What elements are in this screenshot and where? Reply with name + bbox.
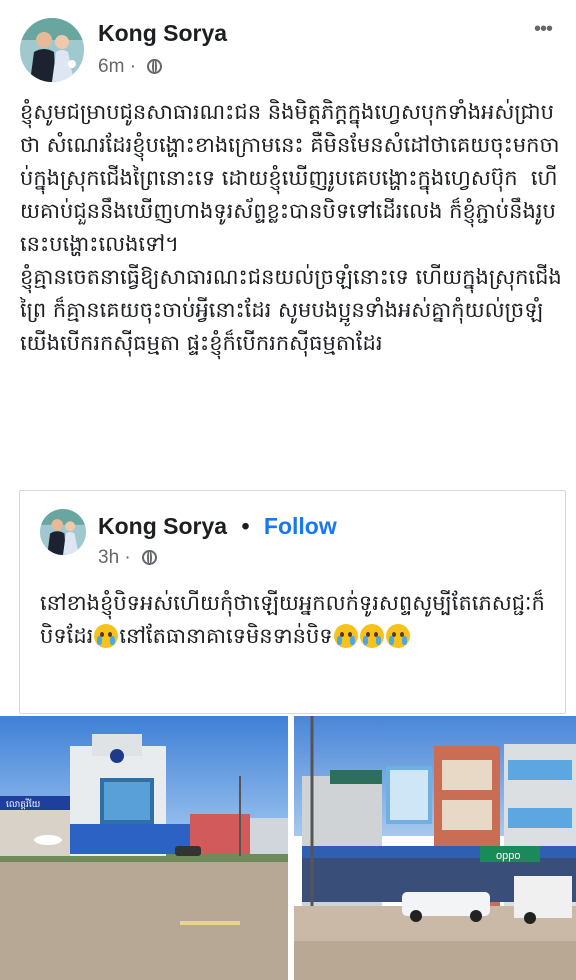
shared-header: Kong Sorya • Follow: [98, 513, 337, 539]
post-text: ខ្ញុំសូមជម្រាបជូនសាធារណះជន និងមិត្តភិក្ត…: [20, 100, 562, 355]
shared-author-avatar[interactable]: [40, 509, 86, 555]
crying-emoji-icon: [359, 624, 384, 648]
avatar-photo: [40, 509, 86, 555]
street-photo: លោត្តរីយែ: [0, 716, 288, 980]
crying-emoji-icon: [333, 624, 358, 648]
globe-icon: [147, 59, 163, 75]
shared-time[interactable]: 3h: [98, 547, 119, 568]
crying-emoji-icon: [385, 624, 410, 648]
post-time[interactable]: 6m: [98, 56, 124, 77]
more-icon[interactable]: •••: [534, 18, 553, 41]
globe-icon: [142, 550, 158, 566]
follow-button[interactable]: Follow: [264, 513, 337, 539]
shared-author-name[interactable]: Kong Sorya: [98, 513, 227, 539]
shared-post-card[interactable]: Kong Sorya • Follow 3h · នៅខាងខ្ញុំបិទអស…: [19, 490, 566, 714]
shared-text: នៅខាងខ្ញុំបិទអស់ហើយកុំថាឡើយអ្នកលក់ទូរសព្…: [40, 591, 545, 648]
author-avatar[interactable]: [20, 18, 84, 82]
shop-sign-right: oppo: [496, 850, 520, 862]
shopfront-photo: oppo: [294, 716, 576, 980]
photo-right[interactable]: oppo: [294, 716, 576, 980]
shared-meta: 3h ·: [98, 547, 158, 569]
shop-sign-left: លោត្តរីយែ: [6, 798, 41, 810]
author-name[interactable]: Kong Sorya: [98, 20, 227, 47]
crying-emoji-icon: [94, 624, 119, 648]
photo-left[interactable]: លោត្តរីយែ: [0, 716, 288, 980]
avatar-photo: [20, 18, 84, 82]
post-meta: 6m ·: [98, 56, 163, 78]
